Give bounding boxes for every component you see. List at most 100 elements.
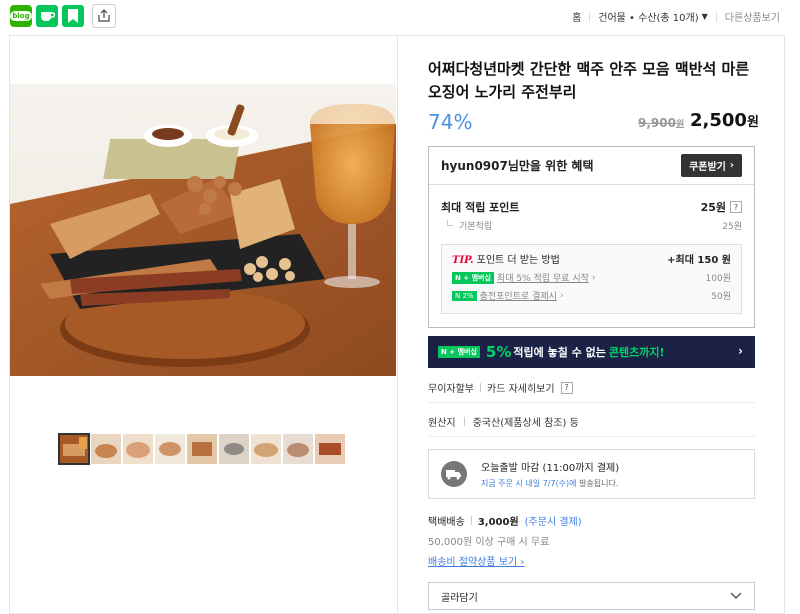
- breadcrumb-home[interactable]: 홈: [572, 9, 581, 24]
- share-icons: blog: [10, 4, 116, 28]
- option-select[interactable]: 골라담기: [428, 582, 755, 610]
- chevron-right-icon: ›: [520, 557, 525, 568]
- thumbnail[interactable]: [58, 433, 90, 465]
- basic-points-label: 기본적립: [441, 219, 492, 232]
- share-icon[interactable]: [92, 4, 116, 28]
- help-icon[interactable]: ?: [560, 381, 573, 394]
- breadcrumb: 홈 건어물 • 수산(총 10개) ▼ 다른상품보기: [572, 9, 780, 24]
- max-points-row: 최대 적립 포인트 25원 ?: [429, 199, 754, 215]
- basic-points-value: 25원: [722, 222, 742, 232]
- thumbnail[interactable]: [315, 434, 345, 464]
- tip-item-link[interactable]: 최대 5% 적립 무료 시작: [497, 271, 589, 284]
- truck-icon: [441, 461, 467, 487]
- original-price-value: 9,900: [638, 116, 676, 130]
- divider: [428, 436, 755, 437]
- tip-item-link[interactable]: 충전포인트로 결제시: [480, 289, 557, 302]
- tip-item-value: 100원: [705, 274, 731, 284]
- sale-price-unit: 원: [746, 115, 759, 130]
- thumbnail[interactable]: [187, 434, 217, 464]
- today-delivery-sub: 지금 주문 시 내일 7/7(수)에 발송됩니다.: [481, 478, 619, 489]
- interest-free-label: 무이자할부: [428, 384, 474, 395]
- divider: [480, 383, 481, 392]
- npay-badge: N 2%: [452, 290, 477, 301]
- benefit-box: hyun0907님만을 위한 혜택 쿠폰받기 › 최대 적립 포인트 25원 ?…: [428, 146, 755, 328]
- today-delivery-date: 지금 주문 시 내일 7/7(수)에: [481, 479, 577, 488]
- shipping-fee-row: 택배배송 3,000원 (주문시 결제): [428, 513, 582, 528]
- thumbnail[interactable]: [283, 434, 313, 464]
- option-select-value: 골라담기: [441, 592, 478, 604]
- chevron-right-icon: ›: [591, 272, 596, 283]
- shipping-fee: 3,000원: [477, 517, 519, 528]
- banner-text: 적립에 놓칠 수 없는: [513, 346, 606, 359]
- chevron-down-icon[interactable]: ▼: [702, 12, 708, 21]
- breadcrumb-category[interactable]: 건어물 • 수산(총 10개): [598, 9, 698, 24]
- tip-item-label: N 2% 충전포인트로 결제시 ›: [452, 289, 564, 302]
- tip-heading: TIP. 포인트 더 받는 방법: [452, 251, 560, 266]
- membership-badge: N + 멤버십: [438, 346, 480, 358]
- tip-item-value: 50원: [711, 292, 731, 302]
- original-price: 9,900원: [638, 116, 684, 130]
- product-gallery: [9, 35, 397, 614]
- divider: [589, 11, 591, 22]
- chevron-right-icon: ›: [729, 160, 734, 171]
- coupon-button[interactable]: 쿠폰받기 ›: [681, 154, 742, 177]
- tip-max: +최대 150 원: [667, 255, 731, 266]
- max-points-value: 25원: [700, 201, 726, 214]
- shipping-fee-note: (주문시 결제): [524, 517, 582, 528]
- shipping-saving-link-label: 배송비 절약상품 보기: [428, 557, 518, 568]
- original-price-unit: 원: [675, 120, 685, 130]
- card-detail-link[interactable]: 카드 자세히보기: [487, 380, 555, 395]
- basic-points-row: 기본적립 25원: [429, 219, 754, 232]
- banner-highlight: 콘텐츠까지!: [608, 346, 665, 359]
- sale-price: 2,500원: [690, 110, 759, 131]
- tip-text: 포인트 더 받는 방법: [476, 255, 560, 266]
- divider: [715, 11, 717, 22]
- chevron-right-icon: ›: [559, 290, 564, 301]
- origin-info: 원산지 중국산(제품상세 참조) 등: [428, 414, 579, 429]
- blog-icon-text: blog: [10, 11, 32, 21]
- benefit-title: hyun0907님만을 위한 혜택: [441, 159, 594, 173]
- today-delivery-text: 오늘출발 마감 (11:00까지 결제) 지금 주문 시 내일 7/7(수)에 …: [481, 459, 619, 489]
- tip-item[interactable]: N + 멤버십 최대 5% 적립 무료 시작 › 100원: [452, 271, 731, 284]
- thumbnail[interactable]: [219, 434, 249, 464]
- payment-info: 무이자할부 카드 자세히보기 ?: [428, 380, 573, 395]
- bookmark-icon[interactable]: [62, 5, 84, 27]
- tip-item[interactable]: N 2% 충전포인트로 결제시 › 50원: [452, 289, 731, 302]
- blog-icon[interactable]: blog: [10, 5, 32, 27]
- membership-banner[interactable]: N + 멤버십 5% 적립에 놓칠 수 없는 콘텐츠까지! ›: [428, 336, 755, 368]
- other-products-link[interactable]: 다른상품보기: [725, 9, 780, 24]
- shipping-label: 택배배송: [428, 517, 465, 528]
- thumbnail-strip: [58, 433, 345, 465]
- origin-label: 원산지: [428, 418, 456, 429]
- shipping-saving-link[interactable]: 배송비 절약상품 보기 ›: [428, 553, 582, 568]
- max-points-label: 최대 적립 포인트: [441, 201, 520, 214]
- divider: [463, 417, 465, 426]
- thumbnail[interactable]: [251, 434, 281, 464]
- tip-box: TIP. 포인트 더 받는 방법 +최대 150 원 N + 멤버십 최대 5%…: [441, 244, 742, 314]
- top-bar: blog 홈 건어물 • 수산(총 10개) ▼ 다른상품보기: [0, 0, 800, 34]
- membership-badge: N + 멤버십: [452, 271, 494, 284]
- help-icon[interactable]: ?: [730, 201, 742, 213]
- origin-value: 중국산(제품상세 참조) 등: [472, 418, 579, 429]
- today-delivery-rest: 발송됩니다.: [576, 479, 619, 488]
- banner-percent: 5%: [485, 343, 512, 361]
- thumbnail[interactable]: [155, 434, 185, 464]
- benefit-header: hyun0907님만을 위한 혜택 쿠폰받기 ›: [429, 147, 754, 185]
- sale-price-value: 2,500: [690, 110, 747, 131]
- thumbnail[interactable]: [123, 434, 153, 464]
- coupon-button-label: 쿠폰받기: [689, 162, 726, 173]
- thumbnail[interactable]: [91, 434, 121, 464]
- product-main-image[interactable]: [10, 84, 396, 376]
- free-shipping-note: 50,000원 이상 구매 시 무료: [428, 537, 550, 548]
- chevron-down-icon: [730, 592, 742, 599]
- tip-label: TIP.: [452, 255, 474, 266]
- product-info-panel: 어쩌다청년마켓 간단한 맥주 안주 모음 맥반석 마른 오징어 노가리 주전부리…: [397, 35, 785, 614]
- cafe-icon[interactable]: [36, 5, 58, 27]
- product-title: 어쩌다청년마켓 간단한 맥주 안주 모음 맥반석 마른 오징어 노가리 주전부리: [428, 60, 750, 101]
- tip-header: TIP. 포인트 더 받는 방법 +최대 150 원: [452, 251, 731, 266]
- discount-rate: 74%: [428, 110, 473, 134]
- today-delivery-title: 오늘출발 마감 (11:00까지 결제): [481, 463, 620, 474]
- max-points-value-wrap: 25원 ?: [701, 199, 742, 215]
- divider: [470, 516, 472, 525]
- today-delivery-box: 오늘출발 마감 (11:00까지 결제) 지금 주문 시 내일 7/7(수)에 …: [428, 449, 755, 499]
